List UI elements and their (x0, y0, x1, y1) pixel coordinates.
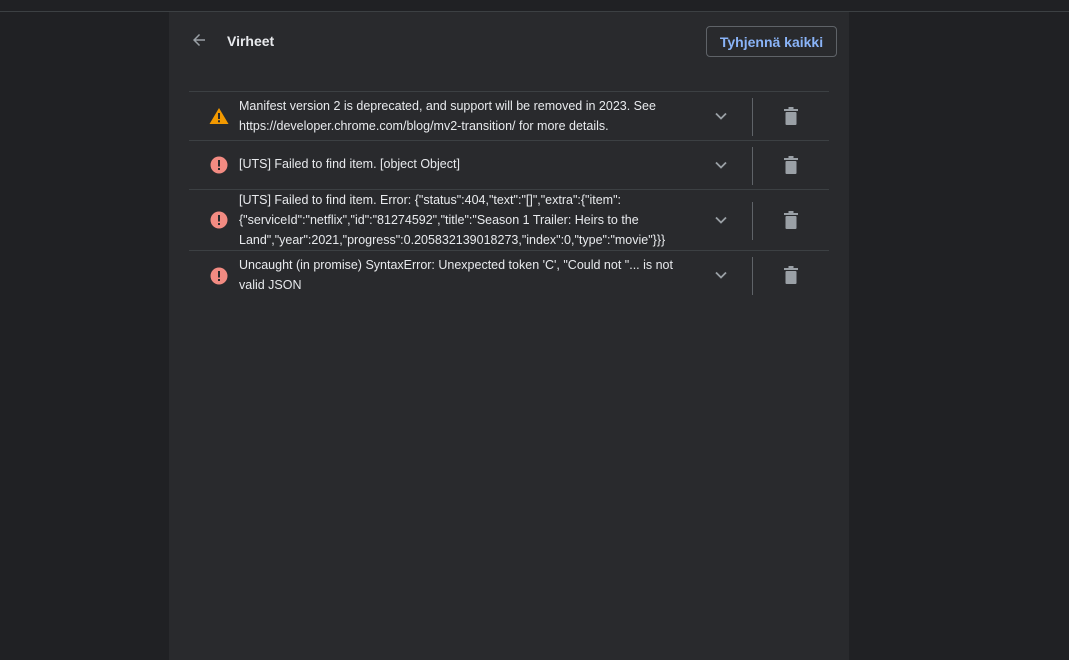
error-icon (209, 210, 229, 230)
divider (752, 202, 753, 240)
clear-all-button[interactable]: Tyhjennä kaikki (706, 26, 837, 57)
error-message: [UTS] Failed to find item. Error: {"stat… (239, 193, 666, 247)
page-title: Virheet (227, 33, 275, 49)
divider (752, 98, 753, 136)
expand-chevron-icon[interactable] (709, 104, 733, 128)
expand-chevron-icon[interactable] (709, 153, 733, 177)
delete-icon[interactable] (779, 153, 803, 177)
error-message: [UTS] Failed to find item. [object Objec… (239, 157, 460, 171)
arrow-back-icon (190, 31, 208, 54)
divider (752, 257, 753, 295)
error-message: Uncaught (in promise) SyntaxError: Unexp… (239, 258, 673, 292)
expand-chevron-icon[interactable] (709, 263, 733, 287)
top-toolbar-edge (0, 0, 1069, 12)
divider (752, 147, 753, 185)
errors-header: Virheet Tyhjennä kaikki (169, 12, 849, 70)
error-list: Manifest version 2 is deprecated, and su… (189, 91, 829, 301)
error-message: Manifest version 2 is deprecated, and su… (239, 99, 656, 133)
delete-icon[interactable] (779, 104, 803, 128)
error-item[interactable]: [UTS] Failed to find item. [object Objec… (189, 141, 829, 190)
error-icon (209, 155, 229, 175)
delete-icon[interactable] (779, 263, 803, 287)
delete-icon[interactable] (779, 208, 803, 232)
error-icon (209, 266, 229, 286)
warning-icon (209, 106, 229, 126)
error-item[interactable]: Uncaught (in promise) SyntaxError: Unexp… (189, 251, 829, 301)
error-item[interactable]: Manifest version 2 is deprecated, and su… (189, 92, 829, 141)
errors-panel: Virheet Tyhjennä kaikki Manifest version… (169, 12, 849, 660)
error-item[interactable]: [UTS] Failed to find item. Error: {"stat… (189, 190, 829, 251)
back-button[interactable] (185, 28, 213, 56)
expand-chevron-icon[interactable] (709, 208, 733, 232)
